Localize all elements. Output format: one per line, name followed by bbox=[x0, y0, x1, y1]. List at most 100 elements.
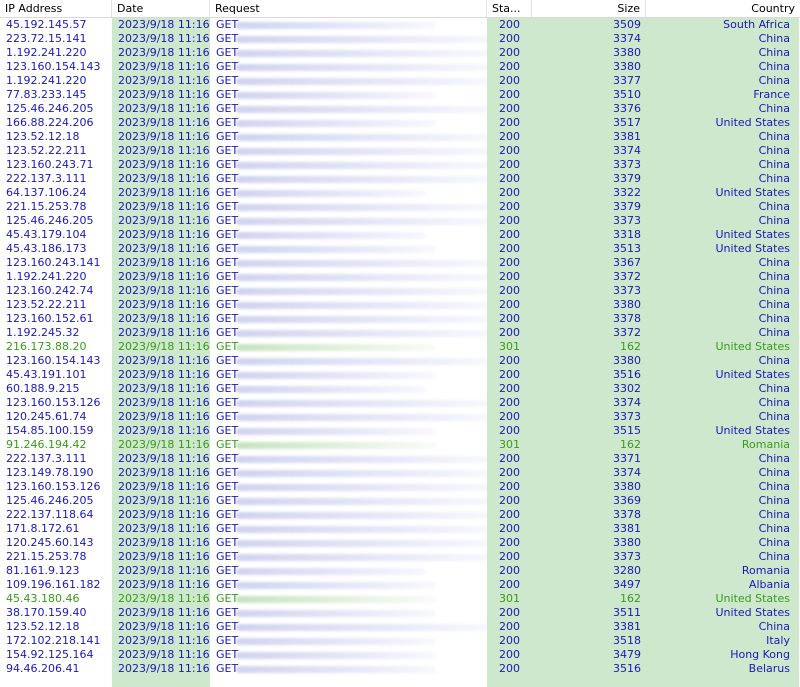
table-row[interactable]: 166.88.224.206 2023/9/18 11:16:33 GET 200 35… bbox=[0, 116, 800, 130]
country-cell: Albania bbox=[748, 578, 790, 591]
date-cell: 2023/9/18 11:16:34 bbox=[118, 634, 210, 647]
ip-address-cell: 223.72.15.141 bbox=[6, 32, 87, 45]
date-cell: 2023/9/18 11:16:34 bbox=[118, 662, 210, 675]
redacted-request-path bbox=[236, 147, 487, 155]
table-row[interactable]: 123.52.22.211 2023/9/18 11:16:33 GET 200 337… bbox=[0, 144, 800, 158]
table-row[interactable]: 223.72.15.141 2023/9/18 11:16:33 GET 200 337… bbox=[0, 32, 800, 46]
table-row[interactable]: 123.160.243.141 2023/9/18 11:16:33 GET 200 3… bbox=[0, 256, 800, 270]
country-cell: United States bbox=[715, 424, 791, 437]
ip-address-cell: 221.15.253.78 bbox=[6, 550, 87, 563]
request-method: GET bbox=[216, 256, 239, 269]
table-row[interactable]: 171.8.172.61 2023/9/18 11:16:34 GET 200 3381… bbox=[0, 522, 800, 536]
table-row[interactable]: 125.46.246.205 2023/9/18 11:16:33 GET 200 33… bbox=[0, 102, 800, 116]
column-header-ip[interactable]: IP Address bbox=[0, 0, 112, 17]
table-row[interactable]: 45.43.179.104 2023/9/18 11:16:33 GET 200 331… bbox=[0, 228, 800, 242]
table-row[interactable]: 123.160.154.143 2023/9/18 11:16:33 GET 200 3… bbox=[0, 354, 800, 368]
size-cell: 3479 bbox=[613, 648, 641, 661]
table-row[interactable]: 154.92.125.164 2023/9/18 11:16:34 GET 200 34… bbox=[0, 648, 800, 662]
ip-address-cell: 91.246.194.42 bbox=[6, 438, 87, 451]
request-method: GET bbox=[216, 480, 239, 493]
table-row[interactable]: 222.137.118.64 2023/9/18 11:16:34 GET 200 33… bbox=[0, 508, 800, 522]
table-row[interactable]: 120.245.61.74 2023/9/18 11:16:33 GET 200 337… bbox=[0, 410, 800, 424]
table-row[interactable]: 91.246.194.42 2023/9/18 11:16:33 GET 301 162… bbox=[0, 438, 800, 452]
ip-address-cell: 154.85.100.159 bbox=[6, 424, 94, 437]
table-row[interactable]: 221.15.253.78 2023/9/18 11:16:34 GET 200 337… bbox=[0, 550, 800, 564]
country-cell: China bbox=[758, 550, 790, 563]
column-header-request[interactable]: Request bbox=[210, 0, 487, 17]
table-row[interactable]: 109.196.161.182 2023/9/18 11:16:34 GET 200 3… bbox=[0, 578, 800, 592]
table-row[interactable]: 123.160.242.74 2023/9/18 11:16:33 GET 200 33… bbox=[0, 284, 800, 298]
status-cell: 200 bbox=[499, 648, 520, 661]
table-row[interactable]: 123.52.22.211 2023/9/18 11:16:33 GET 200 338… bbox=[0, 298, 800, 312]
request-method: GET bbox=[216, 144, 239, 157]
table-row[interactable]: 125.46.246.205 2023/9/18 11:16:33 GET 200 33… bbox=[0, 214, 800, 228]
size-cell: 3367 bbox=[613, 256, 641, 269]
redacted-request-path bbox=[236, 91, 436, 99]
table-row[interactable]: 64.137.106.24 2023/9/18 11:16:33 GET 200 332… bbox=[0, 186, 800, 200]
date-cell: 2023/9/18 11:16:33 bbox=[118, 144, 210, 157]
table-row[interactable]: 222.137.3.111 2023/9/18 11:16:34 GET 200 337… bbox=[0, 452, 800, 466]
status-cell: 200 bbox=[499, 46, 520, 59]
status-cell: 200 bbox=[499, 634, 520, 647]
table-row[interactable]: 123.160.243.71 2023/9/18 11:16:33 GET 200 33… bbox=[0, 158, 800, 172]
status-cell: 200 bbox=[499, 172, 520, 185]
redacted-request-path bbox=[236, 203, 487, 211]
table-row[interactable]: 1.192.241.220 2023/9/18 11:16:33 GET 200 337… bbox=[0, 270, 800, 284]
table-row[interactable]: 123.52.12.18 2023/9/18 11:16:34 GET 200 3381… bbox=[0, 620, 800, 634]
redacted-request-path bbox=[236, 357, 487, 365]
table-row[interactable]: 38.170.159.40 2023/9/18 11:16:34 GET 200 351… bbox=[0, 606, 800, 620]
date-cell: 2023/9/18 11:16:34 bbox=[118, 494, 210, 507]
column-header-status[interactable]: Sta... bbox=[487, 0, 532, 17]
country-cell: United States bbox=[715, 242, 791, 255]
date-cell: 2023/9/18 11:16:33 bbox=[118, 46, 210, 59]
request-method: GET bbox=[216, 522, 239, 535]
status-cell: 200 bbox=[499, 242, 520, 255]
request-cell: GET bbox=[210, 340, 487, 354]
redacted-request-path bbox=[236, 119, 436, 127]
table-row[interactable]: 77.83.233.145 2023/9/18 11:16:33 GET 200 351… bbox=[0, 88, 800, 102]
table-row[interactable]: 123.160.154.143 2023/9/18 11:16:33 GET 200 3… bbox=[0, 60, 800, 74]
table-row[interactable]: 221.15.253.78 2023/9/18 11:16:33 GET 200 337… bbox=[0, 200, 800, 214]
table-row[interactable]: 123.160.153.126 2023/9/18 11:16:34 GET 200 3… bbox=[0, 480, 800, 494]
table-row[interactable]: 45.43.191.101 2023/9/18 11:16:33 GET 200 351… bbox=[0, 368, 800, 382]
table-row[interactable]: 45.43.180.46 2023/9/18 11:16:33 GET 301 162 U… bbox=[0, 592, 800, 606]
request-method: GET bbox=[216, 550, 239, 563]
date-cell: 2023/9/18 11:16:33 bbox=[118, 242, 210, 255]
table-row[interactable]: 123.160.153.126 2023/9/18 11:16:33 GET 200 3… bbox=[0, 396, 800, 410]
table-row[interactable]: 216.173.88.20 2023/9/18 11:16:33 GET 301 162… bbox=[0, 340, 800, 354]
table-row[interactable]: 222.137.3.111 2023/9/18 11:16:33 GET 200 337… bbox=[0, 172, 800, 186]
table-row[interactable]: 81.161.9.123 2023/9/18 11:16:33 GET 200 3280… bbox=[0, 564, 800, 578]
request-method: GET bbox=[216, 102, 239, 115]
table-row[interactable]: 120.245.60.143 2023/9/18 11:16:34 GET 200 33… bbox=[0, 536, 800, 550]
request-cell: GET bbox=[210, 480, 487, 494]
table-row[interactable]: 154.85.100.159 2023/9/18 11:16:33 GET 200 35… bbox=[0, 424, 800, 438]
table-row[interactable]: 123.160.152.61 2023/9/18 11:16:33 GET 200 33… bbox=[0, 312, 800, 326]
table-row[interactable]: 123.149.78.190 2023/9/18 11:16:34 GET 200 33… bbox=[0, 466, 800, 480]
redacted-request-path bbox=[236, 483, 487, 491]
column-header-size[interactable]: Size bbox=[532, 0, 646, 17]
column-header-country[interactable]: Country bbox=[646, 0, 800, 17]
table-row[interactable]: 60.188.9.215 2023/9/18 11:16:33 GET 200 3302… bbox=[0, 382, 800, 396]
country-cell: Belarus bbox=[748, 662, 790, 675]
column-header-date[interactable]: Date bbox=[112, 0, 210, 17]
table-row[interactable]: 1.192.241.220 2023/9/18 11:16:33 GET 200 338… bbox=[0, 46, 800, 60]
table-row[interactable]: 123.52.12.18 2023/9/18 11:16:33 GET 200 3381… bbox=[0, 130, 800, 144]
redacted-request-path bbox=[236, 63, 487, 71]
request-method: GET bbox=[216, 284, 239, 297]
table-row[interactable]: 1.192.245.32 2023/9/18 11:16:33 GET 200 3372… bbox=[0, 326, 800, 340]
size-cell: 3379 bbox=[613, 172, 641, 185]
table-row[interactable]: 125.46.246.205 2023/9/18 11:16:34 GET 200 33… bbox=[0, 494, 800, 508]
table-row[interactable]: 94.46.206.41 2023/9/18 11:16:34 GET 200 3516… bbox=[0, 662, 800, 676]
table-row[interactable]: 45.43.186.173 2023/9/18 11:16:33 GET 200 351… bbox=[0, 242, 800, 256]
table-row[interactable]: 172.102.218.141 2023/9/18 11:16:34 GET 200 3… bbox=[0, 634, 800, 648]
request-method: GET bbox=[216, 60, 239, 73]
ip-address-cell: 123.52.22.211 bbox=[6, 298, 87, 311]
country-cell: China bbox=[758, 144, 790, 157]
redacted-request-path bbox=[236, 133, 487, 141]
country-cell: France bbox=[753, 88, 790, 101]
date-cell: 2023/9/18 11:16:33 bbox=[118, 312, 210, 325]
table-row[interactable]: 1.192.241.220 2023/9/18 11:16:33 GET 200 337… bbox=[0, 74, 800, 88]
request-method: GET bbox=[216, 592, 239, 605]
table-row[interactable]: 45.192.145.57 2023/9/18 11:16:33 GET 200 350… bbox=[0, 18, 800, 32]
status-cell: 200 bbox=[499, 368, 520, 381]
